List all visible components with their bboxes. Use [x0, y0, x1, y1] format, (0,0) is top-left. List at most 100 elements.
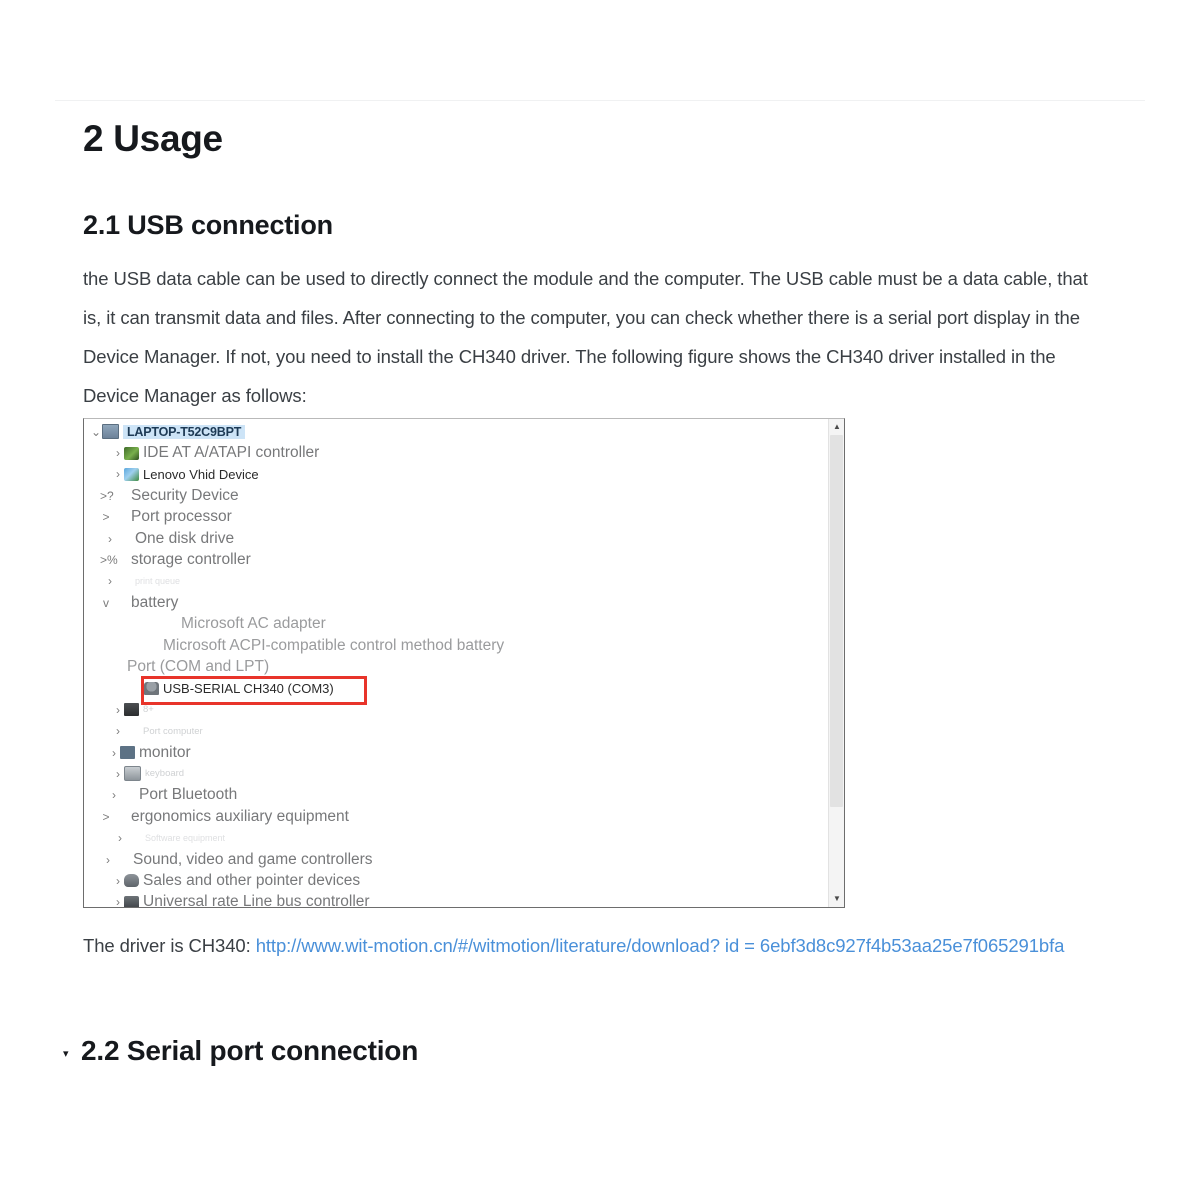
device-tree-row[interactable]: › IDE AT A/ATAPI controller	[84, 442, 828, 463]
blank-icon	[112, 596, 127, 609]
ch340-driver-link[interactable]: http://www.wit-motion.cn/#/witmotion/lit…	[256, 935, 1065, 956]
device-tree-label: LAPTOP-T52C9BPT	[123, 424, 246, 439]
expand-chevron-icon[interactable]: ›	[104, 532, 116, 546]
expand-chevron-icon[interactable]: >%	[100, 553, 118, 567]
expand-chevron-icon[interactable]: ›	[102, 853, 114, 867]
expand-chevron-icon[interactable]: >?	[100, 489, 114, 503]
scroll-up-arrow-icon[interactable]: ▲	[829, 419, 844, 435]
device-tree-row[interactable]: Microsoft ACPI-compatible control method…	[84, 635, 828, 656]
device-manager-screenshot: ⌄ LAPTOP-T52C9BPT › IDE AT A/ATAPI controll…	[83, 418, 845, 908]
expand-chevron-icon[interactable]: ⌄	[90, 425, 102, 439]
device-tree-row[interactable]: USB-SERIAL CH340 (COM3)	[84, 678, 828, 699]
device-tree-row[interactable]: > Port processor	[84, 507, 828, 528]
usb-plug-icon	[124, 895, 139, 907]
device-tree-row[interactable]: › Port computer	[84, 720, 828, 741]
blank-icon	[120, 789, 135, 802]
expand-chevron-icon[interactable]: >	[100, 810, 112, 824]
device-tree-row[interactable]: › Sales and other pointer devices	[84, 870, 828, 891]
computer-icon	[102, 424, 119, 440]
device-tree-row[interactable]: › Port Bluetooth	[84, 785, 828, 806]
device-tree-label: print queue	[135, 576, 181, 587]
chevron-down-icon[interactable]: ▾	[63, 1048, 77, 1060]
expand-chevron-icon[interactable]: ›	[112, 724, 124, 738]
expand-chevron-icon[interactable]: ›	[114, 831, 126, 845]
device-tree-row[interactable]: >? Security Device	[84, 485, 828, 506]
expand-chevron-icon[interactable]: ›	[104, 574, 116, 588]
expand-chevron-icon[interactable]: >	[100, 510, 112, 524]
device-tree-label: Lenovo Vhid Device	[143, 466, 259, 482]
expand-chevron-icon[interactable]: ›	[112, 895, 124, 907]
device-tree-label: Port Bluetooth	[139, 786, 238, 804]
monitor-icon	[120, 746, 135, 760]
device-tree-label: storage controller	[131, 551, 251, 569]
device-tree-label: Microsoft ACPI-compatible control method…	[163, 636, 505, 654]
device-icon	[124, 703, 139, 717]
device-tree-row[interactable]: v battery	[84, 592, 828, 613]
expand-chevron-icon[interactable]: ›	[112, 703, 124, 717]
device-manager-tree[interactable]: ⌄ LAPTOP-T52C9BPT › IDE AT A/ATAPI controll…	[84, 419, 828, 907]
blank-icon	[112, 511, 127, 524]
scroll-down-arrow-icon[interactable]: ▼	[829, 891, 844, 907]
ide-controller-icon	[124, 446, 139, 460]
device-tree-label: Universal rate Line bus controller	[143, 893, 370, 908]
device-manager-scrollbar[interactable]: ▲ ▼	[828, 419, 844, 907]
section-2-1-paragraph: the USB data cable can be used to direct…	[83, 267, 1088, 406]
device-tree-row[interactable]: › 8+	[84, 699, 828, 720]
device-tree-row[interactable]: Port (COM and LPT)	[84, 656, 828, 677]
driver-link-prefix: The driver is CH340:	[83, 935, 256, 956]
device-tree-label: Sound, video and game controllers	[133, 850, 373, 868]
device-tree-row[interactable]: Microsoft AC adapter	[84, 614, 828, 635]
blank-icon	[126, 832, 141, 845]
device-tree-row[interactable]: › Sound, video and game controllers	[84, 849, 828, 870]
expand-chevron-icon[interactable]: ›	[108, 788, 120, 802]
mouse-icon	[124, 874, 139, 888]
device-tree-label: IDE AT A/ATAPI controller	[143, 444, 320, 462]
device-tree-label: Port (COM and LPT)	[127, 657, 270, 675]
device-tree-row[interactable]: › Software equipment	[84, 827, 828, 848]
device-tree-label: keyboard	[145, 768, 185, 780]
blank-icon	[116, 532, 131, 545]
device-tree-label: Software equipment	[145, 833, 226, 844]
blank-icon	[114, 853, 129, 866]
blank-icon	[162, 618, 177, 631]
device-tree-row[interactable]: ⌄ LAPTOP-T52C9BPT	[84, 421, 828, 442]
blank-icon	[144, 639, 159, 652]
section-heading-2-1: 2.1 USB connection	[83, 209, 333, 240]
expand-chevron-icon[interactable]: ›	[112, 446, 124, 460]
device-tree-row[interactable]: › monitor	[84, 742, 828, 763]
device-tree-label: One disk drive	[135, 529, 235, 547]
device-tree-row[interactable]: › One disk drive	[84, 528, 828, 549]
top-divider	[55, 100, 1145, 101]
expand-chevron-icon[interactable]: ›	[112, 467, 124, 481]
device-tree-label: 8+	[143, 704, 154, 716]
lenovo-vhid-icon	[124, 467, 139, 481]
device-tree-row[interactable]: › Lenovo Vhid Device	[84, 464, 828, 485]
section-heading-2-2: 2.2 Serial port connection	[81, 1035, 419, 1066]
device-tree-label: Security Device	[131, 486, 239, 504]
expand-chevron-icon[interactable]: ›	[112, 767, 124, 781]
device-tree-row[interactable]: › keyboard	[84, 763, 828, 784]
blank-icon	[108, 660, 123, 673]
expand-chevron-icon[interactable]: ›	[112, 874, 124, 888]
device-tree-row[interactable]: › print queue	[84, 571, 828, 592]
section-2-2-row[interactable]: ▾ 2.2 Serial port connection	[63, 1035, 418, 1067]
page-title: 2 Usage	[83, 118, 223, 159]
expand-chevron-icon[interactable]: v	[100, 596, 112, 610]
device-tree-row[interactable]: › Universal rate Line bus controller	[84, 892, 828, 908]
device-tree-label: Port computer	[143, 725, 203, 737]
device-tree-label: Sales and other pointer devices	[143, 871, 361, 889]
scrollbar-thumb[interactable]	[830, 435, 843, 807]
keyboard-icon	[124, 766, 141, 782]
usb-serial-icon	[144, 681, 159, 695]
blank-icon	[112, 810, 127, 823]
device-tree-row[interactable]: >% storage controller	[84, 549, 828, 570]
device-tree-label: Port processor	[131, 508, 232, 526]
expand-chevron-icon[interactable]: ›	[108, 746, 120, 760]
blank-icon	[112, 554, 127, 567]
device-tree-label: battery	[131, 593, 179, 611]
device-tree-row[interactable]: > ergonomics auxiliary equipment	[84, 806, 828, 827]
device-tree-label: Microsoft AC adapter	[181, 615, 326, 633]
device-tree-label: ergonomics auxiliary equipment	[131, 807, 349, 825]
blank-icon	[116, 575, 131, 588]
blank-icon	[124, 725, 139, 738]
